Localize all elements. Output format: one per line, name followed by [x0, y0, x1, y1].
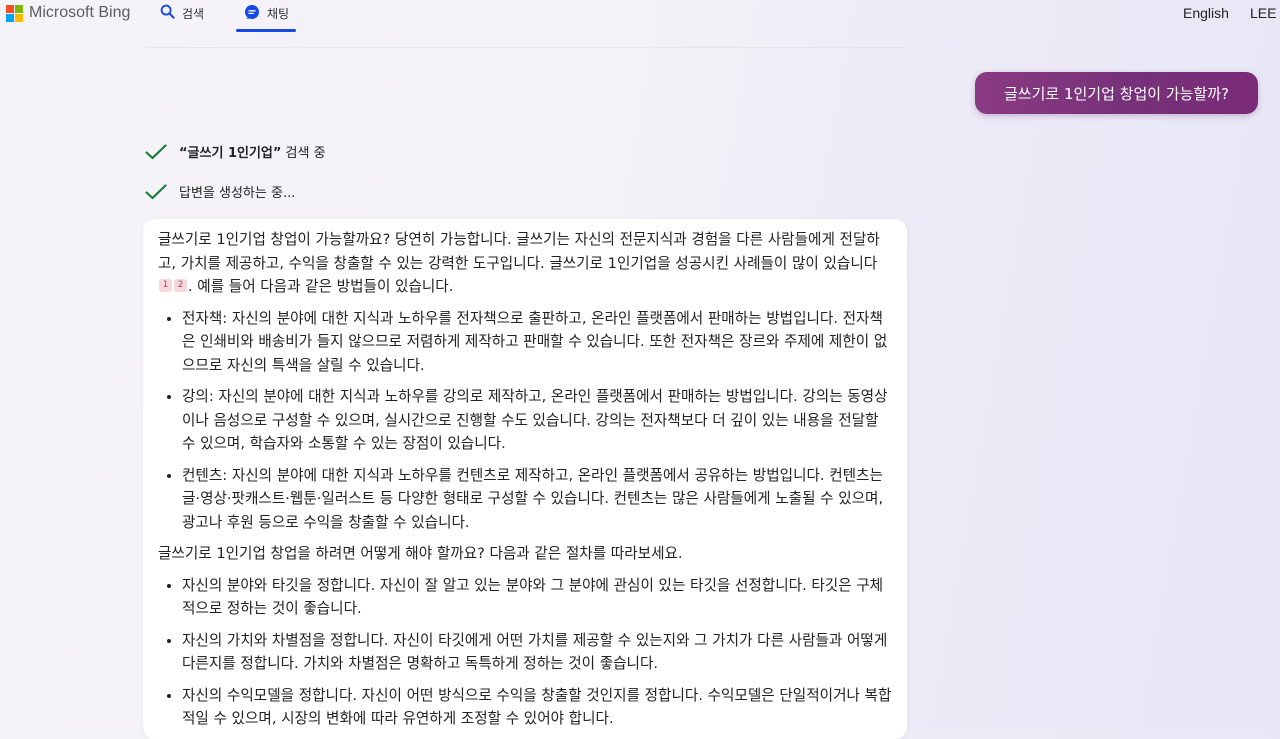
user-message-bubble: 글쓰기로 1인기업 창업이 가능할까?: [975, 72, 1258, 114]
user-message-text: 글쓰기로 1인기업 창업이 가능할까?: [1003, 84, 1229, 103]
tab-search[interactable]: 검색: [160, 4, 204, 22]
answer-intro: 글쓰기로 1인기업 창업이 가능할까요? 당연히 가능합니다. 글쓰기는 자신의…: [158, 228, 892, 299]
list-item: 전자책: 자신의 분야에 대한 지식과 노하우를 전자책으로 출판하고, 온라인…: [182, 307, 892, 378]
answer-intro-tail: . 예를 들어 다음과 같은 방법들이 있습니다.: [188, 278, 454, 295]
checkmark-icon: [145, 183, 167, 199]
chat-icon: [244, 4, 260, 23]
methods-list: 전자책: 자신의 분야에 대한 지식과 노하우를 전자책으로 출판하고, 온라인…: [158, 307, 892, 535]
microsoft-logo-icon: [6, 4, 23, 22]
active-tab-indicator: [236, 29, 296, 32]
tab-search-label: 검색: [182, 6, 205, 21]
header-divider: [145, 47, 905, 48]
citation-1[interactable]: 1: [159, 279, 172, 292]
top-bar: Microsoft Bing 검색 채팅 English LEE: [0, 0, 1280, 34]
language-switch[interactable]: English: [1183, 5, 1229, 21]
brand-name: Microsoft Bing: [29, 4, 131, 21]
citation-2[interactable]: 2: [174, 279, 187, 292]
tab-chat[interactable]: 채팅: [244, 4, 289, 23]
steps-list: 자신의 분야와 타깃을 정합니다. 자신이 잘 알고 있는 분야와 그 분야에 …: [158, 574, 892, 731]
user-account[interactable]: LEE: [1250, 5, 1276, 21]
bot-answer-card: 글쓰기로 1인기업 창업이 가능할까요? 당연히 가능합니다. 글쓰기는 자신의…: [143, 219, 907, 739]
tab-chat-label: 채팅: [267, 7, 290, 21]
status-searching: “글쓰기 1인기업” 검색 중: [145, 142, 326, 161]
generating-status-text: 답변을 생성하는 중...: [179, 186, 296, 201]
list-item: 자신의 수익모델을 정합니다. 자신이 어떤 방식으로 수익을 창출할 것인지를…: [182, 684, 892, 731]
search-status-suffix: 검색 중: [281, 146, 326, 161]
procedure-intro: 글쓰기로 1인기업 창업을 하려면 어떻게 해야 할까요? 다음과 같은 절차를…: [158, 545, 683, 562]
bing-logo[interactable]: Microsoft Bing: [6, 4, 130, 22]
search-query: “글쓰기 1인기업”: [179, 146, 282, 161]
list-item: 자신의 가치와 차별점을 정합니다. 자신이 타깃에게 어떤 가치를 제공할 수…: [182, 629, 892, 676]
list-item: 자신의 분야와 타깃을 정합니다. 자신이 잘 알고 있는 분야와 그 분야에 …: [182, 574, 892, 621]
answer-intro-text: 글쓰기로 1인기업 창업이 가능할까요? 당연히 가능합니다. 글쓰기는 자신의…: [158, 231, 880, 272]
list-item: 강의: 자신의 분야에 대한 지식과 노하우를 강의로 제작하고, 온라인 플랫…: [182, 385, 892, 456]
status-generating: 답변을 생성하는 중...: [145, 182, 295, 201]
search-icon: [160, 4, 175, 22]
list-item: 컨텐츠: 자신의 분야에 대한 지식과 노하우를 컨텐츠로 제작하고, 온라인 …: [182, 464, 892, 535]
checkmark-icon: [145, 143, 167, 159]
